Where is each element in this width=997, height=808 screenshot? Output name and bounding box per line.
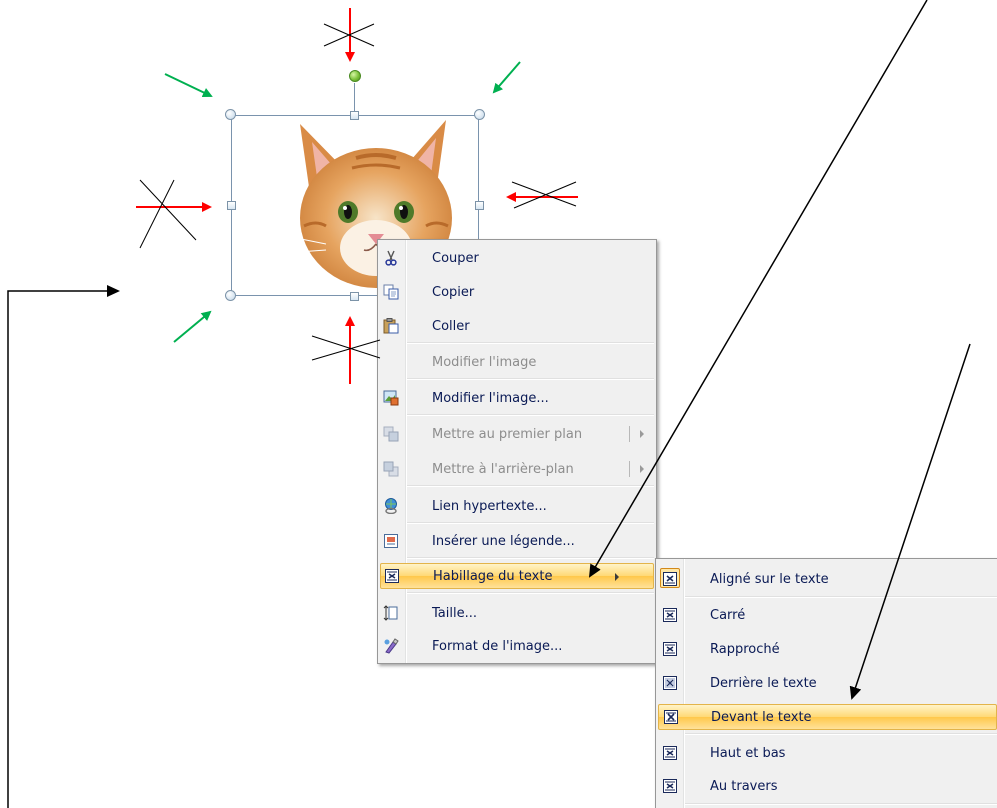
- green-arrow-top-right: [492, 61, 521, 94]
- red-arrow-right: [506, 181, 578, 209]
- annotation-overlay: [7, 0, 971, 808]
- green-arrow-top-left: [164, 73, 213, 98]
- pointer-arrow-bracket: [7, 285, 120, 808]
- red-arrow-left: [136, 179, 212, 249]
- red-arrow-top: [323, 8, 375, 62]
- red-arrow-bottom: [311, 316, 381, 384]
- pointer-arrow-to-text-wrapping: [588, 0, 928, 578]
- green-arrow-bottom-left: [173, 310, 212, 343]
- pointer-arrow-to-in-front-of-text: [849, 343, 971, 700]
